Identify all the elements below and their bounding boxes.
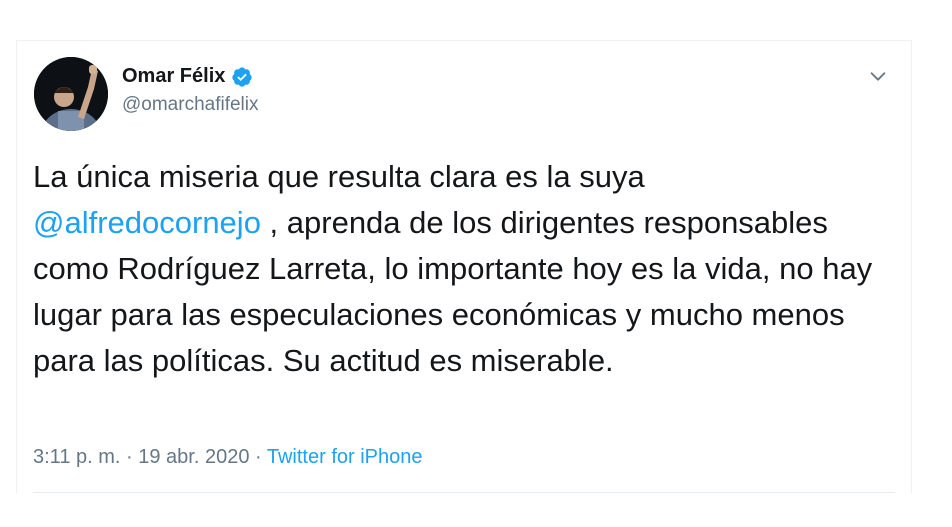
author-display-name[interactable]: Omar Félix bbox=[122, 65, 225, 88]
author-handle[interactable]: @omarchafifelix bbox=[122, 94, 259, 116]
tweet-card: Omar Félix @omarchafifelix La única mise… bbox=[16, 40, 912, 493]
verified-badge-icon bbox=[231, 66, 253, 88]
avatar[interactable] bbox=[34, 57, 108, 131]
tweet-meta: 3:11 p. m. · 19 abr. 2020 · Twitter for … bbox=[33, 446, 423, 469]
divider bbox=[33, 492, 895, 493]
chevron-down-icon[interactable] bbox=[867, 65, 889, 87]
meta-separator: · bbox=[249, 446, 267, 468]
tweet-text-line1: La única miseria que resulta clara es la… bbox=[33, 159, 645, 194]
tweet-text: La única miseria que resulta clara es la… bbox=[33, 154, 883, 384]
tweet-source-link[interactable]: Twitter for iPhone bbox=[267, 446, 423, 468]
meta-separator: · bbox=[120, 446, 139, 468]
tweet-date[interactable]: 19 abr. 2020 bbox=[138, 446, 249, 468]
tweet-time[interactable]: 3:11 p. m. bbox=[33, 446, 120, 468]
avatar-image bbox=[34, 57, 108, 131]
author-name-row: Omar Félix bbox=[122, 65, 253, 88]
mention-link[interactable]: @alfredocornejo bbox=[33, 205, 261, 240]
